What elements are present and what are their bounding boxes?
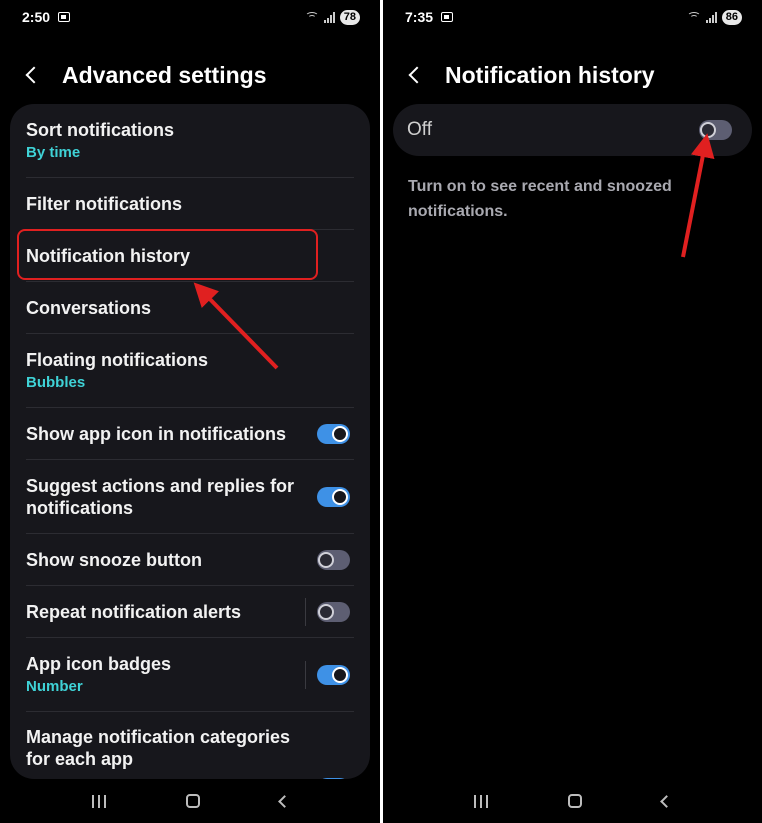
wifi-icon bbox=[686, 11, 701, 23]
setting-title: Filter notifications bbox=[26, 194, 183, 214]
setting-repeat-alerts[interactable]: Repeat notification alerts bbox=[10, 586, 370, 638]
setting-manage-categories[interactable]: Manage notification categories for each … bbox=[10, 712, 370, 779]
recent-apps-icon[interactable] bbox=[474, 794, 488, 808]
page-title: Advanced settings bbox=[62, 61, 267, 88]
header: Advanced settings bbox=[0, 52, 380, 98]
home-icon[interactable] bbox=[568, 794, 582, 808]
setting-filter-notifications[interactable]: Filter notifications bbox=[10, 178, 370, 230]
setting-title: App icon badges bbox=[26, 654, 172, 674]
setting-show-app-icon[interactable]: Show app icon in notifications bbox=[10, 408, 370, 460]
notification-history-toggle[interactable] bbox=[699, 120, 732, 140]
setting-title-line2: for each app bbox=[26, 749, 134, 769]
setting-app-icon-badges[interactable]: App icon badges Number bbox=[10, 638, 370, 712]
status-bar: 2:50 78 bbox=[0, 0, 380, 34]
recent-apps-icon[interactable] bbox=[91, 794, 106, 808]
status-time: 2:50 bbox=[22, 9, 51, 25]
status-bar: 7:35 86 bbox=[383, 0, 762, 34]
phone-screen-notification-history: 7:35 86 Notification history Off Turn on… bbox=[383, 0, 762, 823]
settings-card: Sort notifications By time Filter notifi… bbox=[10, 104, 370, 779]
phone-screen-advanced-settings: 2:50 78 Advanced settings Sort notificat… bbox=[0, 0, 380, 823]
screenshot-icon bbox=[441, 12, 454, 22]
home-icon[interactable] bbox=[185, 794, 200, 808]
screenshot-icon bbox=[58, 12, 71, 22]
nav-back-icon[interactable] bbox=[660, 794, 673, 808]
navigation-bar bbox=[383, 779, 762, 823]
setting-conversations[interactable]: Conversations bbox=[10, 282, 370, 334]
setting-floating-notifications[interactable]: Floating notifications Bubbles bbox=[10, 334, 370, 408]
history-description: Turn on to see recent and snoozed notifi… bbox=[408, 178, 672, 220]
highlight-box bbox=[17, 229, 318, 280]
setting-subtitle: Number bbox=[26, 678, 83, 695]
setting-title: Show app icon in notifications bbox=[26, 424, 286, 444]
setting-show-snooze-button[interactable]: Show snooze button bbox=[10, 534, 370, 586]
toggle-switch-on[interactable] bbox=[317, 487, 350, 507]
setting-sort-notifications[interactable]: Sort notifications By time bbox=[10, 104, 370, 178]
nav-back-icon[interactable] bbox=[277, 794, 291, 808]
navigation-bar bbox=[0, 779, 380, 823]
setting-title: Manage notification categories bbox=[26, 727, 291, 747]
toggle-switch-on[interactable] bbox=[317, 665, 350, 685]
back-icon[interactable] bbox=[408, 66, 426, 84]
page-title: Notification history bbox=[445, 61, 655, 88]
setting-title-line2: notifications bbox=[26, 498, 133, 518]
setting-suggest-actions[interactable]: Suggest actions and replies for notifica… bbox=[10, 460, 370, 534]
setting-title: Floating notifications bbox=[26, 350, 208, 370]
setting-title: Sort notifications bbox=[26, 120, 174, 140]
status-time: 7:35 bbox=[405, 9, 434, 25]
notification-history-toggle-card[interactable]: Off bbox=[393, 104, 752, 156]
battery-badge: 86 bbox=[721, 9, 742, 25]
toggle-label: Off bbox=[407, 119, 432, 140]
back-icon[interactable] bbox=[25, 66, 43, 84]
wifi-icon bbox=[304, 11, 319, 23]
setting-subtitle: By time bbox=[26, 144, 81, 161]
setting-title: Show snooze button bbox=[26, 550, 202, 570]
setting-title: Conversations bbox=[26, 298, 152, 318]
signal-icon bbox=[705, 11, 717, 23]
header: Notification history bbox=[383, 52, 762, 98]
toggle-switch-off[interactable] bbox=[317, 550, 350, 570]
signal-icon bbox=[323, 11, 335, 23]
toggle-switch-on[interactable] bbox=[317, 424, 350, 444]
toggle-switch-off[interactable] bbox=[317, 602, 350, 622]
setting-title: Suggest actions and replies for bbox=[26, 476, 295, 496]
setting-subtitle: Bubbles bbox=[26, 374, 86, 391]
battery-badge: 78 bbox=[339, 9, 360, 25]
setting-title: Repeat notification alerts bbox=[26, 602, 242, 622]
